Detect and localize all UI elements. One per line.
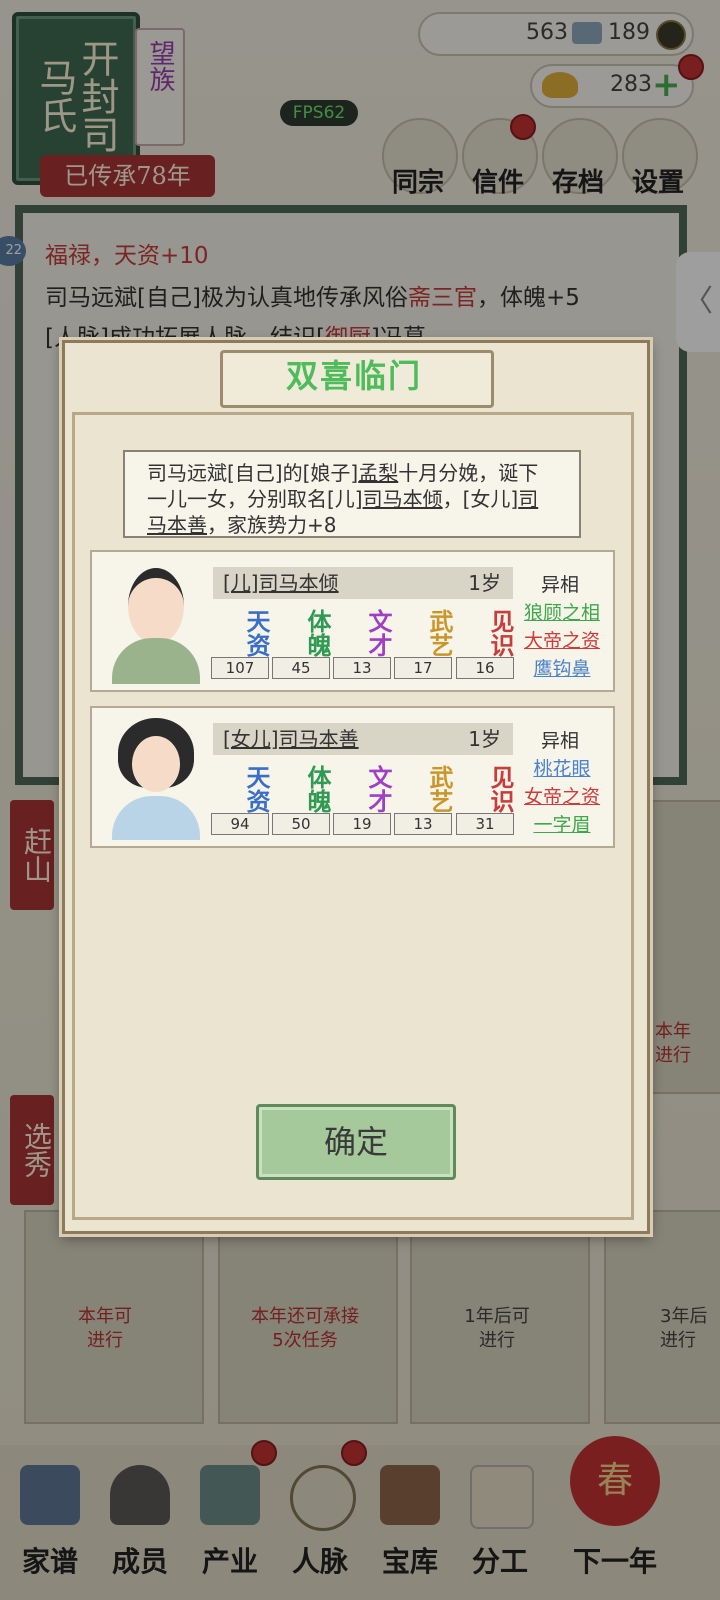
- son-trait-1[interactable]: 狼顾之相: [512, 598, 612, 625]
- daughter-trait-1[interactable]: 桃花眼: [512, 754, 612, 781]
- daughter-literary-value: 19: [333, 813, 391, 835]
- daughter-trait-3[interactable]: 一字眉: [512, 810, 612, 837]
- son-insight-value: 16: [456, 657, 514, 679]
- attr-label-literary-2: 文才: [364, 765, 393, 813]
- attr-label-martial-2: 武艺: [425, 765, 454, 813]
- son-trait-3[interactable]: 鹰钩鼻: [512, 654, 612, 681]
- attr-label-insight: 见识: [486, 609, 515, 657]
- daughter-traits-heading: 异相: [540, 730, 579, 752]
- daughter-physique-value: 50: [272, 813, 330, 835]
- attr-label-talent: 天资: [242, 609, 271, 657]
- daughter-talent-value: 94: [211, 813, 269, 835]
- daughter-portrait: [108, 716, 204, 840]
- son-talent-value: 107: [211, 657, 269, 679]
- daughter-name-bar: [女儿]司马本善 1岁: [213, 723, 513, 755]
- head-icon: [128, 568, 184, 644]
- event-description: 司马远斌[自己]的[娘子]孟梨十月分娩，诞下一儿一女，分别取名[儿]司马本倾，[…: [123, 450, 581, 538]
- attr-label-martial: 武艺: [425, 609, 454, 657]
- daughter-age: 1岁: [468, 727, 501, 751]
- face-icon: [132, 736, 180, 792]
- confirm-button[interactable]: 确定: [256, 1104, 456, 1180]
- attr-label-physique: 体魄: [303, 609, 332, 657]
- robe-icon: [112, 638, 200, 684]
- daughter-trait-2[interactable]: 女帝之资: [512, 782, 612, 809]
- son-literary-value: 13: [333, 657, 391, 679]
- son-physique-value: 45: [272, 657, 330, 679]
- son-trait-2[interactable]: 大帝之资: [512, 626, 612, 653]
- son-portrait: [108, 560, 204, 684]
- son-martial-value: 17: [394, 657, 452, 679]
- attr-label-insight-2: 见识: [486, 765, 515, 813]
- attr-label-physique-2: 体魄: [303, 765, 332, 813]
- son-name: [儿]司马本倾: [223, 571, 339, 595]
- daughter-martial-value: 13: [394, 813, 452, 835]
- daughter-name: [女儿]司马本善: [223, 727, 359, 751]
- robe-icon: [112, 796, 200, 840]
- daughter-insight-value: 31: [456, 813, 514, 835]
- son-name-bar: [儿]司马本倾 1岁: [213, 567, 513, 599]
- son-age: 1岁: [468, 571, 501, 595]
- attr-label-literary: 文才: [364, 609, 393, 657]
- attr-label-talent-2: 天资: [242, 765, 271, 813]
- dialog-title: 双喜临门: [285, 357, 422, 395]
- son-traits-heading: 异相: [540, 574, 579, 596]
